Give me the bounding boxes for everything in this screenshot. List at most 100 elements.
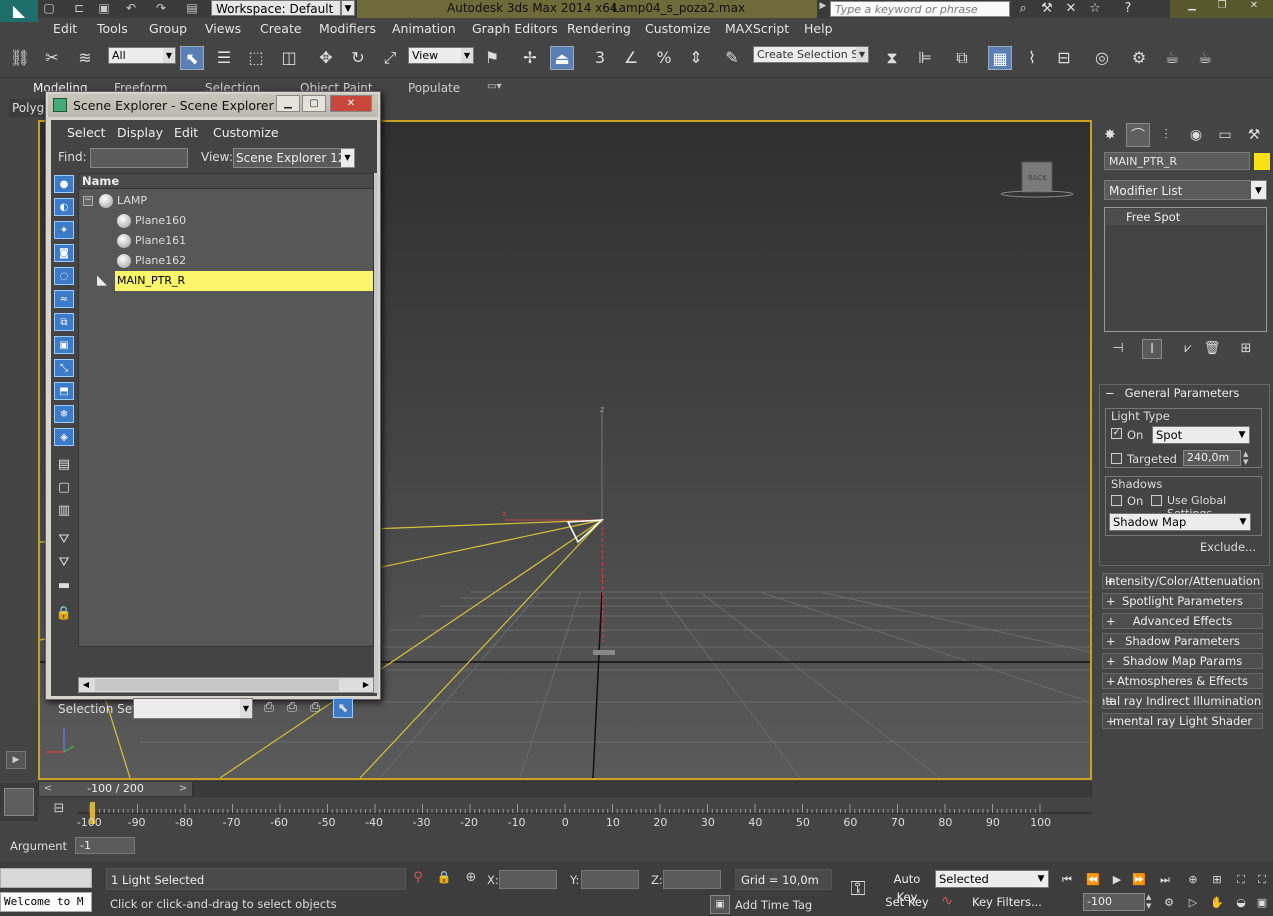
rollout-intensity-color-attenuation[interactable]: + Intensity/Color/Attenuation bbox=[1102, 573, 1263, 589]
go-to-end-icon[interactable]: ⏭ bbox=[1154, 870, 1176, 890]
unlink-icon[interactable]: ✂ bbox=[40, 46, 64, 70]
edit-named-selection-icon[interactable]: ✎ bbox=[720, 46, 744, 70]
lock-cell-editing-icon[interactable]: 🔒 bbox=[54, 605, 74, 623]
filter-options-icon[interactable]: ⛛ bbox=[54, 554, 74, 572]
menu-group[interactable]: Group bbox=[149, 21, 187, 36]
y-coordinate-field[interactable] bbox=[581, 870, 639, 889]
z-coordinate-field[interactable] bbox=[663, 870, 721, 889]
communication-center-icon[interactable]: ✕ bbox=[1061, 0, 1081, 18]
display-bones-icon[interactable]: ⤡ bbox=[54, 359, 74, 377]
workspace-dropdown[interactable]: Workspace: Default bbox=[211, 0, 341, 16]
time-slider[interactable]: < -100 / 200 > bbox=[38, 781, 193, 797]
display-invert-icon[interactable]: ▥ bbox=[54, 502, 74, 520]
spinner-snap-icon[interactable]: ⇕ bbox=[684, 46, 708, 70]
display-containers-icon[interactable]: ⬒ bbox=[54, 382, 74, 400]
minimize-icon[interactable]: ▁ bbox=[276, 95, 300, 112]
display-hidden-icon[interactable]: ◈ bbox=[54, 428, 74, 446]
target-distance-spinner-icon[interactable]: ▲ ▼ bbox=[1243, 450, 1251, 466]
collapse-icon[interactable]: − bbox=[83, 196, 93, 206]
maximize-viewport-icon[interactable]: ▣ bbox=[1251, 893, 1273, 913]
isolate-selection-icon[interactable]: ⚲ bbox=[410, 870, 426, 888]
workspace-dropdown-arrow-icon[interactable]: ▼ bbox=[341, 0, 355, 16]
light-type-dropdown[interactable]: Spot ▼ bbox=[1152, 426, 1250, 444]
hierarchy-tab-icon[interactable]: ⫶ bbox=[1154, 123, 1178, 147]
close-icon[interactable]: ✕ bbox=[330, 95, 372, 112]
angle-snap-icon[interactable]: ∠ bbox=[619, 46, 643, 70]
remove-modifier-icon[interactable]: 🗑 bbox=[1202, 339, 1222, 359]
object-name-field[interactable]: MAIN_PTR_R bbox=[1104, 152, 1250, 170]
reference-coordinate-dropdown[interactable]: View ▼ bbox=[408, 47, 474, 64]
horizontal-scrollbar[interactable]: ◀ ▶ bbox=[78, 677, 374, 693]
display-geometry-icon[interactable]: ● bbox=[54, 175, 74, 193]
menu-customize[interactable]: Customize bbox=[645, 21, 711, 36]
menu-views[interactable]: Views bbox=[205, 21, 241, 36]
display-none-icon[interactable]: ▢ bbox=[54, 479, 74, 497]
zoom-extents-all-icon[interactable]: ⛶ bbox=[1251, 870, 1273, 890]
rollout-shadow-parameters[interactable]: + Shadow Parameters bbox=[1102, 633, 1263, 649]
menu-help[interactable]: Help bbox=[804, 21, 833, 36]
scene-explorer-titlebar[interactable]: Scene Explorer - Scene Explorer 12 ▁ ▢ ✕ bbox=[48, 94, 378, 117]
make-unique-icon[interactable]: ⩗ bbox=[1178, 339, 1198, 359]
se-menu-edit[interactable]: Edit bbox=[174, 125, 198, 140]
set-key-button[interactable]: Set Key bbox=[883, 893, 931, 913]
current-frame-spinner-icon[interactable]: ▲ ▼ bbox=[1146, 893, 1154, 911]
menu-modifiers[interactable]: Modifiers bbox=[319, 21, 376, 36]
targeted-checkbox[interactable] bbox=[1111, 453, 1122, 464]
modifier-list-dropdown[interactable]: Modifier List ▼ bbox=[1104, 180, 1267, 200]
tab-populate[interactable]: Populate bbox=[408, 81, 460, 95]
layer-manager-icon[interactable]: ⧉ bbox=[950, 46, 974, 70]
pan-icon[interactable]: ✋ bbox=[1206, 893, 1228, 913]
exclude-button[interactable]: Exclude... bbox=[1199, 539, 1257, 557]
time-slider-next-icon[interactable]: > bbox=[176, 782, 190, 796]
tree-row-plane161[interactable]: Plane161 bbox=[79, 231, 373, 251]
named-selection-set-dropdown[interactable]: Create Selection Se ▼ bbox=[753, 46, 869, 63]
rollout-atmospheres-effects[interactable]: + Atmospheres & Effects bbox=[1102, 673, 1263, 689]
zoom-extents-icon[interactable]: ⛶ bbox=[1230, 870, 1252, 890]
go-to-start-icon[interactable]: ⏮ bbox=[1056, 870, 1078, 890]
display-space-warps-icon[interactable]: ≈ bbox=[54, 290, 74, 308]
subscription-center-icon[interactable]: ⚒ bbox=[1037, 0, 1057, 18]
binoculars-icon[interactable]: ⌕ bbox=[1013, 0, 1033, 18]
create-selection-set-icon[interactable]: ⎙ bbox=[259, 698, 279, 718]
rollout-advanced-effects[interactable]: + Advanced Effects bbox=[1102, 613, 1263, 629]
tree-row-plane162[interactable]: Plane162 bbox=[79, 251, 373, 271]
rollout-shadow-map-params[interactable]: + Shadow Map Params bbox=[1102, 653, 1263, 669]
schematic-view-icon[interactable]: ⊟ bbox=[1052, 46, 1076, 70]
maxscript-listener-output[interactable] bbox=[0, 868, 92, 888]
se-menu-customize[interactable]: Customize bbox=[213, 125, 279, 140]
key-mode-dropdown[interactable]: Selected ▼ bbox=[935, 870, 1049, 888]
rollout-mental-ray-indirect-illumination[interactable]: +mental ray Indirect Illumination bbox=[1102, 693, 1263, 709]
tree-row-plane160[interactable]: Plane160 bbox=[79, 211, 373, 231]
render-production-icon[interactable]: ☕ bbox=[1193, 46, 1217, 70]
display-cameras-icon[interactable]: ◙ bbox=[54, 244, 74, 262]
selection-filter-dropdown[interactable]: All ▼ bbox=[108, 47, 176, 64]
pivot-center-icon[interactable]: ⚑ bbox=[480, 46, 504, 70]
undo-icon[interactable]: ↶ bbox=[122, 1, 140, 17]
argument-field[interactable]: -1 bbox=[75, 837, 135, 854]
configure-modifier-sets-icon[interactable]: ⊞ bbox=[1236, 339, 1256, 359]
close-icon[interactable]: ✕ bbox=[1238, 0, 1270, 14]
previous-frame-icon[interactable]: ⏪ bbox=[1082, 870, 1104, 890]
motion-tab-icon[interactable]: ◉ bbox=[1184, 123, 1208, 147]
selection-lock-icon[interactable]: 🔒 bbox=[436, 870, 452, 888]
se-menu-select[interactable]: Select bbox=[67, 125, 106, 140]
display-children-icon[interactable]: ▬ bbox=[54, 577, 74, 595]
view-dropdown[interactable]: Scene Explorer 12 ▼ bbox=[233, 148, 355, 168]
vertical-splitter[interactable] bbox=[374, 173, 378, 693]
render-setup-icon[interactable]: ⚙ bbox=[1127, 46, 1151, 70]
open-file-icon[interactable]: ⊏ bbox=[70, 1, 88, 17]
menu-create[interactable]: Create bbox=[260, 21, 302, 36]
target-distance-field[interactable]: 240,0m bbox=[1183, 450, 1241, 466]
scroll-left-icon[interactable]: ◀ bbox=[79, 678, 93, 692]
mirror-icon[interactable]: ⧗ bbox=[880, 46, 904, 70]
save-file-icon[interactable]: ▣ bbox=[95, 1, 113, 17]
orbit-icon[interactable]: ◒ bbox=[1230, 893, 1252, 913]
expand-viewport-layout-icon[interactable]: ▶ bbox=[6, 751, 26, 769]
light-on-checkbox[interactable]: ✓ bbox=[1111, 428, 1122, 439]
menu-rendering[interactable]: Rendering bbox=[567, 21, 631, 36]
key-filters-button[interactable]: Key Filters... bbox=[964, 893, 1050, 913]
filter-icon[interactable]: ⛛ bbox=[54, 531, 74, 549]
find-input[interactable] bbox=[90, 148, 188, 168]
add-to-selection-set-icon[interactable]: ⎙ bbox=[282, 698, 302, 718]
sync-selection-icon[interactable]: ⬉ bbox=[333, 698, 353, 718]
